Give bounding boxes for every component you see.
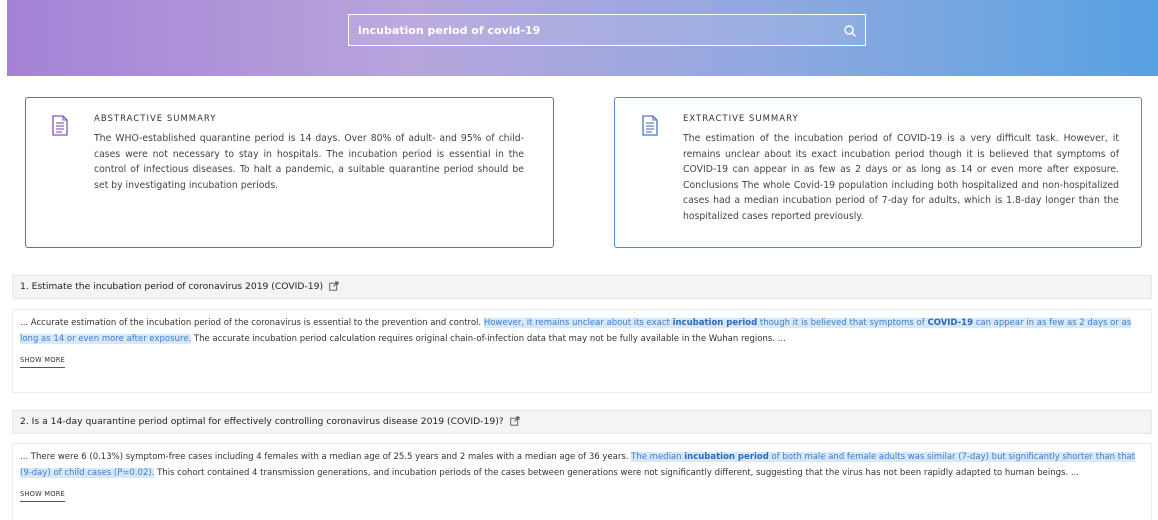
snippet-text: ... Accurate estimation of the incubatio… [20, 318, 484, 328]
highlight-keyword: incubation period [672, 318, 758, 328]
search-button[interactable] [843, 23, 857, 37]
result-title-link[interactable]: 1. Estimate the incubation period of cor… [20, 281, 323, 292]
document-icon [642, 115, 658, 136]
result-snippet-box: ... There were 6 (0.13%) symptom-free ca… [12, 443, 1152, 520]
result-title-bar: 1. Estimate the incubation period of cor… [12, 275, 1152, 299]
highlight-keyword: COVID-19 [927, 318, 973, 328]
highlight-keyword: incubation period [684, 452, 769, 462]
search-hero-banner [7, 0, 1158, 76]
result-title-link[interactable]: 2. Is a 14-day quarantine period optimal… [20, 416, 504, 427]
search-icon [844, 25, 856, 37]
highlight-text: The median [631, 452, 685, 462]
show-more-button[interactable]: SHOW MORE [20, 356, 65, 368]
result-title-bar: 2. Is a 14-day quarantine period optimal… [12, 410, 1152, 434]
highlight-text: though it is believed that symptoms of [757, 318, 928, 328]
document-icon [52, 115, 68, 136]
search-box [348, 14, 866, 46]
external-link-icon[interactable] [509, 416, 520, 426]
snippet-text: The accurate incubation period calculati… [191, 334, 786, 344]
abstractive-summary-heading: ABSTRACTIVE SUMMARY [94, 114, 217, 124]
snippet-text: ... There were 6 (0.13%) symptom-free ca… [20, 452, 632, 462]
extractive-summary-heading: EXTRACTIVE SUMMARY [683, 114, 799, 124]
external-link-icon[interactable] [329, 281, 339, 291]
highlight-text: However, it remains unclear about its ex… [483, 318, 673, 328]
abstractive-summary-text: The WHO-established quarantine period is… [94, 133, 524, 191]
search-input[interactable] [349, 15, 829, 45]
abstractive-summary-card: ABSTRACTIVE SUMMARY The WHO-established … [25, 97, 554, 248]
show-more-button[interactable]: SHOW MORE [20, 490, 65, 502]
result-snippet-box: ... Accurate estimation of the incubatio… [12, 309, 1152, 393]
result-snippet: ... Accurate estimation of the incubatio… [20, 315, 1144, 347]
snippet-text: This cohort contained 4 transmission gen… [154, 468, 1079, 478]
extractive-summary-card: EXTRACTIVE SUMMARY The estimation of the… [614, 97, 1142, 248]
extractive-summary-text: The estimation of the incubation period … [683, 133, 1119, 222]
result-snippet: ... There were 6 (0.13%) symptom-free ca… [20, 449, 1144, 481]
